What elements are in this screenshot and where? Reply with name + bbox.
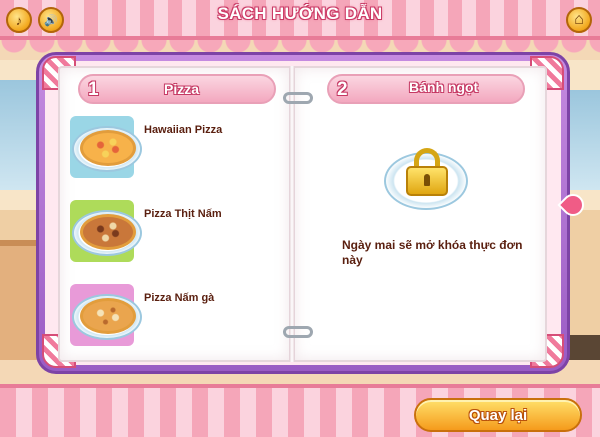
binder-ring-bottom bbox=[283, 326, 313, 338]
recipe-name: Pizza Nấm gà bbox=[144, 292, 215, 304]
tab-pizza-number: 1 bbox=[88, 79, 99, 100]
recipe-item-pizza-thit-nam[interactable]: Pizza Thịt Nấm bbox=[70, 200, 270, 266]
recipe-name: Hawaiian Pizza bbox=[144, 124, 223, 136]
tab-pizza-label: Pizza bbox=[164, 81, 200, 97]
hawaiian-pizza-icon bbox=[80, 130, 136, 166]
page-title: SÁCH HƯỚNG DẪN bbox=[217, 4, 383, 23]
keyhole-icon bbox=[424, 174, 430, 186]
book-spine bbox=[289, 66, 295, 362]
home-icon: ⌂ bbox=[574, 11, 584, 28]
right-page bbox=[293, 66, 547, 362]
tab-pizza[interactable]: 1 Pizza bbox=[78, 74, 276, 104]
locked-message: Ngày mai sẽ mở khóa thực đơn này bbox=[342, 238, 523, 267]
tab-banh-ngot[interactable]: 2 Bánh ngọt bbox=[327, 74, 525, 104]
tab-banh-ngot-number: 2 bbox=[337, 79, 348, 100]
recipe-item-pizza-nam-ga[interactable]: Pizza Nấm gà bbox=[70, 284, 270, 350]
binder-ring-top bbox=[283, 92, 313, 104]
back-button[interactable]: Quay lại bbox=[414, 398, 582, 432]
pizza-nam-ga-icon bbox=[80, 298, 136, 334]
recipe-item-hawaiian-pizza[interactable]: Hawaiian Pizza bbox=[70, 116, 270, 182]
tab-banh-ngot-label: Bánh ngọt bbox=[409, 79, 479, 95]
recipe-name: Pizza Thịt Nấm bbox=[144, 208, 222, 220]
home-button[interactable]: ⌂ bbox=[566, 7, 592, 33]
pizza-thit-nam-icon bbox=[80, 214, 136, 250]
